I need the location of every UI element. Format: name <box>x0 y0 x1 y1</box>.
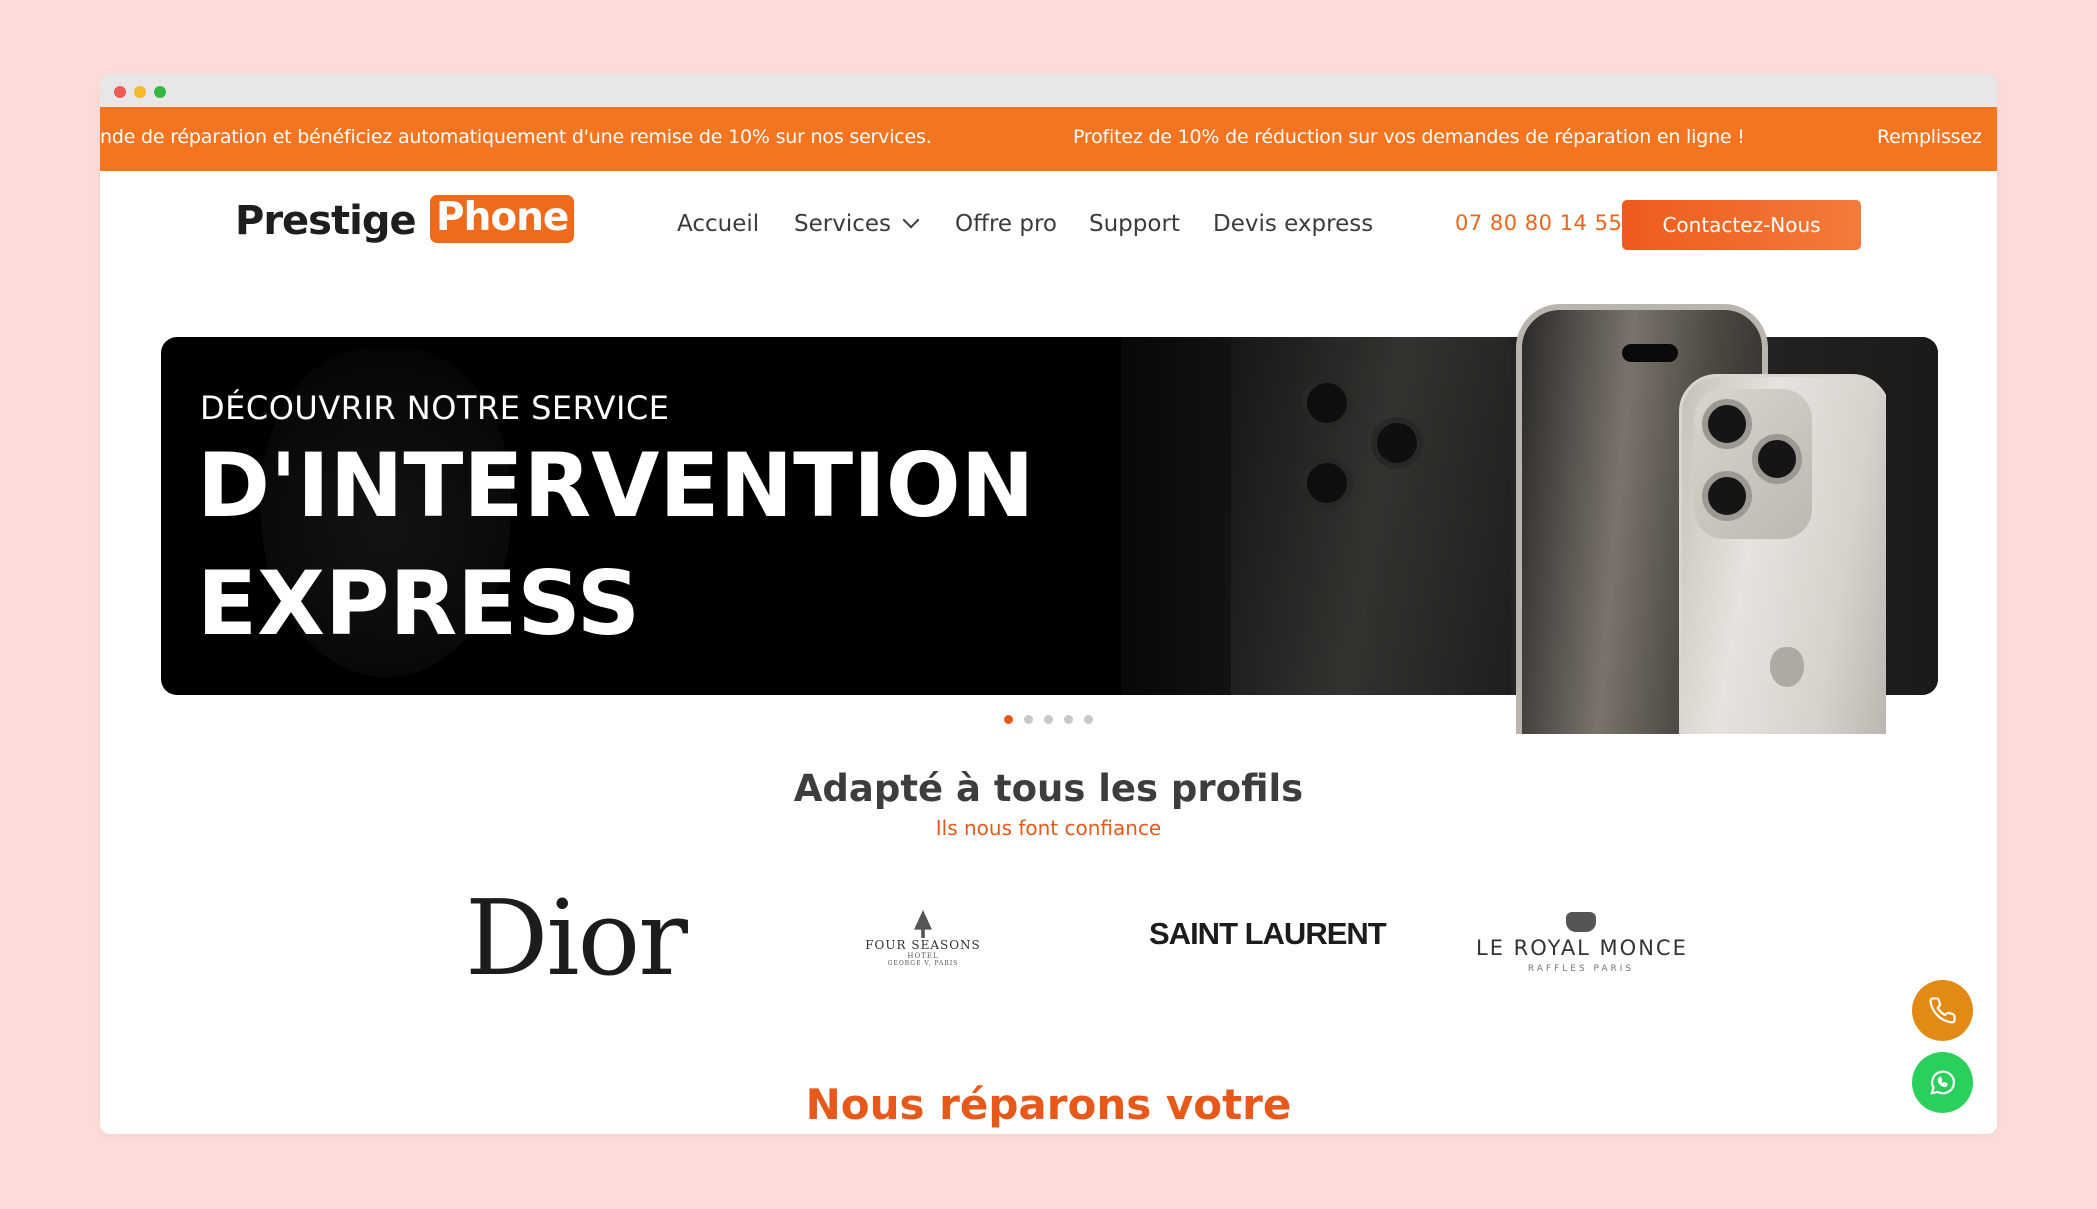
maximize-window-button[interactable] <box>154 86 166 98</box>
promo-message: nde de réparation et bénéficiez automati… <box>100 126 932 148</box>
call-button[interactable] <box>1912 980 1973 1041</box>
four-seasons-logo: FOUR SEASONS HOTEL GEORGE V, PARIS <box>863 910 983 967</box>
iphone-product-image <box>1516 304 1886 734</box>
carousel-dot[interactable] <box>1044 715 1053 724</box>
phone-icon <box>1929 997 1956 1024</box>
contact-button[interactable]: Contactez-Nous <box>1622 200 1861 250</box>
browser-window: nde de réparation et bénéficiez automati… <box>100 74 1997 1134</box>
saint-laurent-logo: SAINT LAURENT <box>1149 916 1387 951</box>
promo-banner: nde de réparation et bénéficiez automati… <box>100 107 1997 171</box>
crest-icon <box>1566 912 1596 932</box>
dior-logo: Dior <box>465 877 688 999</box>
background-phone-image <box>1231 337 1511 695</box>
profiles-title: Adapté à tous les profils <box>793 767 1304 810</box>
le-royal-monceau-logo: LE ROYAL MONCE RAFFLES PARIS <box>1476 912 1686 974</box>
carousel-dot[interactable] <box>1084 715 1093 724</box>
nav-item-support[interactable]: Support <box>1089 211 1180 237</box>
tree-icon <box>914 910 932 938</box>
promo-message: Profitez de 10% de réduction sur vos dem… <box>1073 126 1745 148</box>
nav-item-services[interactable]: Services <box>794 211 920 237</box>
iphone-back-view <box>1679 374 1886 734</box>
hero-title-line: EXPRESS <box>197 552 641 655</box>
apple-icon <box>1770 647 1804 687</box>
nav-item-devis-express[interactable]: Devis express <box>1213 211 1373 237</box>
logo-word-prestige: Prestige <box>235 198 417 244</box>
nav-item-offre-pro[interactable]: Offre pro <box>955 211 1057 237</box>
carousel-dot[interactable] <box>1004 715 1013 724</box>
chevron-down-icon <box>902 211 920 229</box>
header-phone-link[interactable]: 07 80 80 14 55 <box>1455 211 1622 235</box>
promo-message: Remplissez <box>1877 126 1982 148</box>
logo-word-phone: Phone <box>430 195 575 243</box>
repair-section-title: Nous réparons votre <box>805 1080 1292 1129</box>
close-window-button[interactable] <box>114 86 126 98</box>
profiles-subtitle: Ils nous font confiance <box>935 816 1162 840</box>
carousel-dot[interactable] <box>1024 715 1033 724</box>
carousel-dot[interactable] <box>1064 715 1073 724</box>
site-header: Prestige Phone Accueil Services Offre pr… <box>100 171 1997 281</box>
minimize-window-button[interactable] <box>134 86 146 98</box>
hero-kicker: DÉCOUVRIR NOTRE SERVICE <box>200 389 670 427</box>
window-titlebar <box>100 74 1997 107</box>
hero-title-line: D'INTERVENTION <box>197 434 1035 537</box>
nav-item-accueil[interactable]: Accueil <box>677 211 759 237</box>
hero-title: D'INTERVENTION EXPRESS <box>197 427 1034 663</box>
